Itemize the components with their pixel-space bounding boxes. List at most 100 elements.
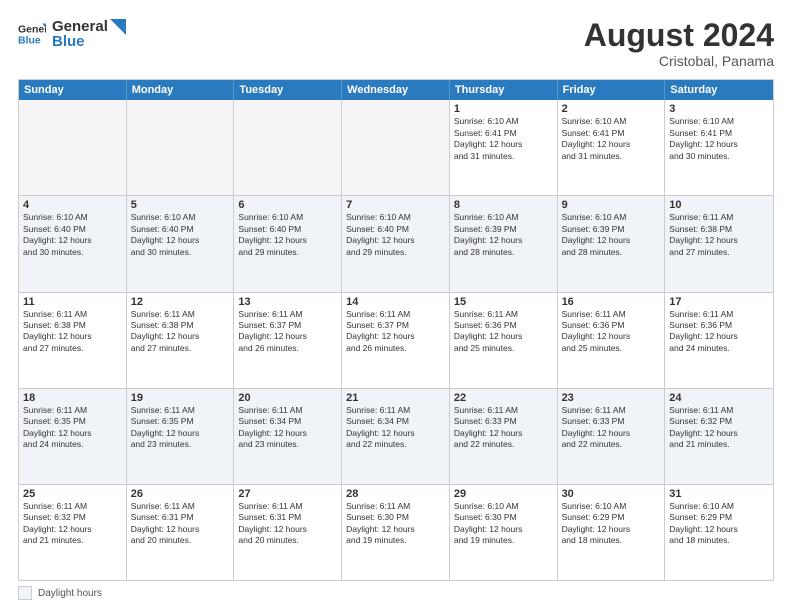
calendar-cell-1-3: 7Sunrise: 6:10 AM Sunset: 6:40 PM Daylig… <box>342 196 450 291</box>
header-saturday: Saturday <box>665 80 773 100</box>
calendar-cell-3-6: 24Sunrise: 6:11 AM Sunset: 6:32 PM Dayli… <box>665 389 773 484</box>
day-number: 19 <box>131 392 230 404</box>
day-number: 1 <box>454 103 553 115</box>
day-number: 15 <box>454 296 553 308</box>
day-info: Sunrise: 6:11 AM Sunset: 6:31 PM Dayligh… <box>131 501 230 547</box>
day-number: 30 <box>562 488 661 500</box>
calendar-cell-1-4: 8Sunrise: 6:10 AM Sunset: 6:39 PM Daylig… <box>450 196 558 291</box>
calendar-cell-3-3: 21Sunrise: 6:11 AM Sunset: 6:34 PM Dayli… <box>342 389 450 484</box>
calendar-cell-2-3: 14Sunrise: 6:11 AM Sunset: 6:37 PM Dayli… <box>342 293 450 388</box>
calendar-body: 1Sunrise: 6:10 AM Sunset: 6:41 PM Daylig… <box>19 100 773 580</box>
calendar: SundayMondayTuesdayWednesdayThursdayFrid… <box>18 79 774 581</box>
calendar-cell-0-2 <box>234 100 342 195</box>
day-info: Sunrise: 6:10 AM Sunset: 6:40 PM Dayligh… <box>238 212 337 258</box>
calendar-cell-3-0: 18Sunrise: 6:11 AM Sunset: 6:35 PM Dayli… <box>19 389 127 484</box>
day-number: 27 <box>238 488 337 500</box>
day-number: 11 <box>23 296 122 308</box>
header-sunday: Sunday <box>19 80 127 100</box>
calendar-cell-4-1: 26Sunrise: 6:11 AM Sunset: 6:31 PM Dayli… <box>127 485 235 580</box>
calendar-cell-2-2: 13Sunrise: 6:11 AM Sunset: 6:37 PM Dayli… <box>234 293 342 388</box>
logo-icon: General Blue <box>18 20 46 48</box>
day-info: Sunrise: 6:10 AM Sunset: 6:39 PM Dayligh… <box>454 212 553 258</box>
calendar-cell-2-5: 16Sunrise: 6:11 AM Sunset: 6:36 PM Dayli… <box>558 293 666 388</box>
calendar-cell-4-6: 31Sunrise: 6:10 AM Sunset: 6:29 PM Dayli… <box>665 485 773 580</box>
day-info: Sunrise: 6:10 AM Sunset: 6:41 PM Dayligh… <box>669 116 769 162</box>
day-info: Sunrise: 6:11 AM Sunset: 6:37 PM Dayligh… <box>238 309 337 355</box>
svg-text:General: General <box>18 23 46 35</box>
day-number: 29 <box>454 488 553 500</box>
day-info: Sunrise: 6:11 AM Sunset: 6:38 PM Dayligh… <box>669 212 769 258</box>
day-number: 6 <box>238 199 337 211</box>
calendar-cell-3-4: 22Sunrise: 6:11 AM Sunset: 6:33 PM Dayli… <box>450 389 558 484</box>
calendar-cell-1-0: 4Sunrise: 6:10 AM Sunset: 6:40 PM Daylig… <box>19 196 127 291</box>
day-number: 8 <box>454 199 553 211</box>
day-number: 13 <box>238 296 337 308</box>
day-info: Sunrise: 6:11 AM Sunset: 6:37 PM Dayligh… <box>346 309 445 355</box>
calendar-row-4: 25Sunrise: 6:11 AM Sunset: 6:32 PM Dayli… <box>19 484 773 580</box>
calendar-cell-0-3 <box>342 100 450 195</box>
calendar-cell-0-6: 3Sunrise: 6:10 AM Sunset: 6:41 PM Daylig… <box>665 100 773 195</box>
day-info: Sunrise: 6:11 AM Sunset: 6:38 PM Dayligh… <box>131 309 230 355</box>
svg-text:Blue: Blue <box>18 35 41 47</box>
day-number: 25 <box>23 488 122 500</box>
calendar-cell-1-1: 5Sunrise: 6:10 AM Sunset: 6:40 PM Daylig… <box>127 196 235 291</box>
day-number: 21 <box>346 392 445 404</box>
day-info: Sunrise: 6:11 AM Sunset: 6:36 PM Dayligh… <box>669 309 769 355</box>
day-info: Sunrise: 6:11 AM Sunset: 6:34 PM Dayligh… <box>346 405 445 451</box>
day-info: Sunrise: 6:11 AM Sunset: 6:30 PM Dayligh… <box>346 501 445 547</box>
calendar-cell-4-2: 27Sunrise: 6:11 AM Sunset: 6:31 PM Dayli… <box>234 485 342 580</box>
day-info: Sunrise: 6:11 AM Sunset: 6:35 PM Dayligh… <box>23 405 122 451</box>
calendar-row-3: 18Sunrise: 6:11 AM Sunset: 6:35 PM Dayli… <box>19 388 773 484</box>
calendar-cell-2-6: 17Sunrise: 6:11 AM Sunset: 6:36 PM Dayli… <box>665 293 773 388</box>
day-info: Sunrise: 6:11 AM Sunset: 6:33 PM Dayligh… <box>562 405 661 451</box>
title-block: August 2024 Cristobal, Panama <box>584 18 774 69</box>
legend: Daylight hours <box>18 586 774 600</box>
day-number: 5 <box>131 199 230 211</box>
calendar-row-2: 11 Sunrise: 6:11 AM Sunset: 6:38 PM Dayli… <box>19 292 773 388</box>
logo-triangle-icon <box>110 19 126 35</box>
logo: General Blue General Blue <box>18 18 126 50</box>
day-number: 23 <box>562 392 661 404</box>
day-number: 20 <box>238 392 337 404</box>
calendar-cell-2-1: 12Sunrise: 6:11 AM Sunset: 6:38 PM Dayli… <box>127 293 235 388</box>
day-info: Sunrise: 6:10 AM Sunset: 6:29 PM Dayligh… <box>562 501 661 547</box>
day-info: Sunrise: 6:10 AM Sunset: 6:40 PM Dayligh… <box>131 212 230 258</box>
logo-blue: Blue <box>52 33 126 50</box>
day-info: Sunrise: 6:11 AM Sunset: 6:35 PM Dayligh… <box>131 405 230 451</box>
day-info: Sunrise: 6:11 AM Sunset: 6:33 PM Dayligh… <box>454 405 553 451</box>
calendar-cell-1-2: 6Sunrise: 6:10 AM Sunset: 6:40 PM Daylig… <box>234 196 342 291</box>
day-info: Sunrise: 6:11 AM Sunset: 6:36 PM Dayligh… <box>562 309 661 355</box>
day-number: 10 <box>669 199 769 211</box>
day-number: 17 <box>669 296 769 308</box>
day-info: Sunrise: 6:11 AM Sunset: 6:32 PM Dayligh… <box>669 405 769 451</box>
day-number: 24 <box>669 392 769 404</box>
day-number: 26 <box>131 488 230 500</box>
calendar-cell-0-0 <box>19 100 127 195</box>
day-number: 18 <box>23 392 122 404</box>
calendar-cell-0-5: 2Sunrise: 6:10 AM Sunset: 6:41 PM Daylig… <box>558 100 666 195</box>
day-info: Sunrise: 6:10 AM Sunset: 6:29 PM Dayligh… <box>669 501 769 547</box>
day-info: Sunrise: 6:10 AM Sunset: 6:41 PM Dayligh… <box>454 116 553 162</box>
calendar-cell-0-1 <box>127 100 235 195</box>
header-wednesday: Wednesday <box>342 80 450 100</box>
header-tuesday: Tuesday <box>234 80 342 100</box>
calendar-row-1: 4Sunrise: 6:10 AM Sunset: 6:40 PM Daylig… <box>19 195 773 291</box>
page-title: August 2024 <box>584 18 774 53</box>
calendar-cell-4-5: 30Sunrise: 6:10 AM Sunset: 6:29 PM Dayli… <box>558 485 666 580</box>
header-monday: Monday <box>127 80 235 100</box>
page-subtitle: Cristobal, Panama <box>584 53 774 69</box>
day-number: 31 <box>669 488 769 500</box>
calendar-cell-2-0: 11Sunrise: 6:11 AM Sunset: 6:38 PM Dayli… <box>19 293 127 388</box>
legend-label: Daylight hours <box>38 588 102 599</box>
calendar-cell-3-5: 23Sunrise: 6:11 AM Sunset: 6:33 PM Dayli… <box>558 389 666 484</box>
day-number: 12 <box>131 296 230 308</box>
calendar-cell-4-3: 28Sunrise: 6:11 AM Sunset: 6:30 PM Dayli… <box>342 485 450 580</box>
calendar-cell-4-4: 29Sunrise: 6:10 AM Sunset: 6:30 PM Dayli… <box>450 485 558 580</box>
day-number: 3 <box>669 103 769 115</box>
calendar-cell-1-6: 10Sunrise: 6:11 AM Sunset: 6:38 PM Dayli… <box>665 196 773 291</box>
day-info: Sunrise: 6:11 AM Sunset: 6:34 PM Dayligh… <box>238 405 337 451</box>
calendar-cell-3-2: 20Sunrise: 6:11 AM Sunset: 6:34 PM Dayli… <box>234 389 342 484</box>
calendar-header: SundayMondayTuesdayWednesdayThursdayFrid… <box>19 80 773 100</box>
day-number: 14 <box>346 296 445 308</box>
day-info: Sunrise: 6:11 AM Sunset: 6:32 PM Dayligh… <box>23 501 122 547</box>
